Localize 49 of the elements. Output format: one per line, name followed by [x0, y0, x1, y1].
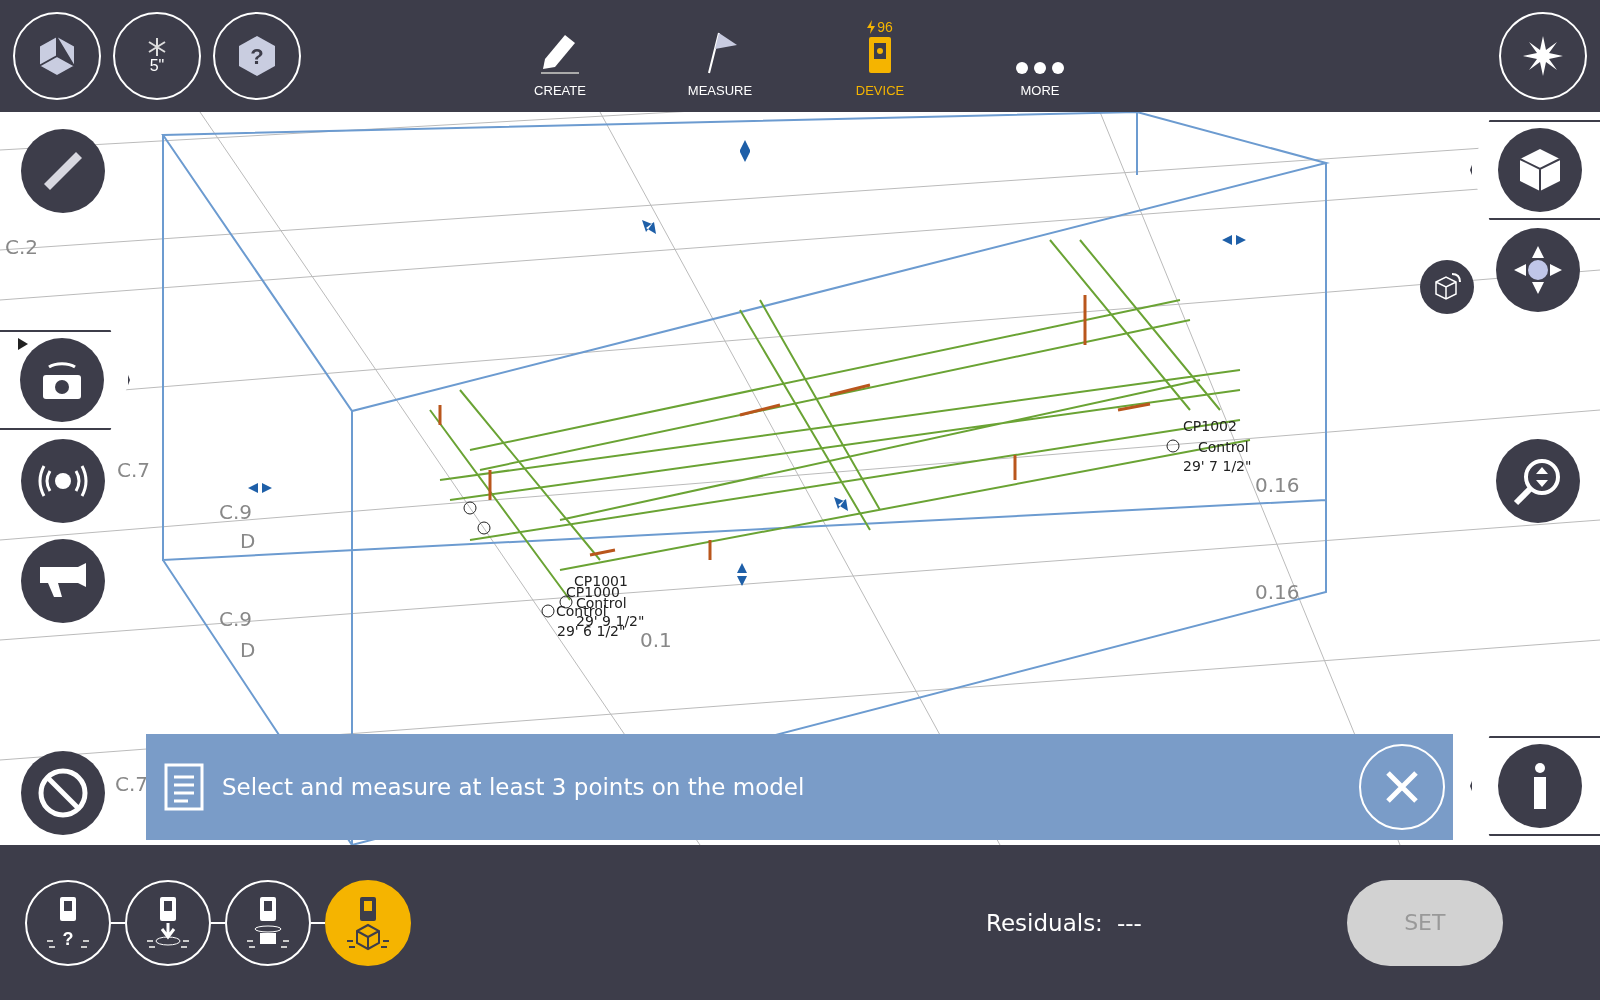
grid-label: C.9 — [219, 609, 253, 629]
workflow-step-button[interactable]: ? — [25, 879, 111, 966]
more-icon — [1015, 60, 1065, 75]
total-station-icon — [360, 896, 376, 921]
nav-tab[interactable]: 96 DEVICE — [830, 14, 930, 98]
ground-marks-icon — [246, 939, 290, 948]
nav-tab[interactable]: CREATE — [510, 14, 610, 98]
nav-tab[interactable]: MORE — [990, 14, 1090, 98]
snowflake-icon — [147, 37, 167, 57]
prohibited-icon — [36, 766, 90, 820]
grid-label: C.9 — [219, 502, 253, 522]
total-station-icon — [260, 896, 276, 921]
instruction-text: Select and measure at least 3 points on the model — [222, 774, 806, 800]
arrow-down-icon — [155, 921, 181, 945]
help-button[interactable]: ? — [213, 12, 301, 100]
grid-label: C.7 — [117, 460, 151, 480]
grid-label: C.7 — [115, 774, 149, 794]
total-station-icon — [60, 896, 76, 921]
lightning-icon — [867, 19, 876, 34]
reset-view-button[interactable] — [1420, 260, 1474, 314]
cube-rotate-icon — [1432, 272, 1462, 302]
grid-label: C.2 — [5, 237, 39, 257]
grid-label: D — [240, 531, 256, 551]
ground-marks-icon — [146, 939, 190, 948]
total-station-icon — [160, 896, 176, 921]
point-label: CP1000 — [566, 585, 620, 599]
nav-tab[interactable]: MEASURE — [670, 14, 770, 98]
cube-icon — [356, 923, 380, 950]
triangle-icon — [18, 338, 28, 350]
battery-level-label: 96 — [877, 18, 893, 35]
document-icon — [164, 763, 204, 811]
point-label: CP1001 — [574, 574, 628, 588]
orbit-icon — [1512, 244, 1564, 296]
cube-icon — [1518, 147, 1562, 193]
grid-label: 0.16 — [1255, 582, 1300, 602]
question-mark-label: ? — [250, 44, 264, 69]
grid-label: 0.16 — [1255, 475, 1300, 495]
grid-label: 0.1 — [640, 630, 672, 650]
question-mark-label: ? — [62, 928, 74, 949]
point-label: 29' 7 1/2" — [1183, 459, 1252, 473]
scale-button[interactable]: 5" — [113, 12, 201, 100]
starburst-icon — [1523, 36, 1563, 76]
close-button[interactable] — [1359, 744, 1445, 830]
residuals-label: Residuals: — [986, 909, 1103, 936]
close-icon — [1384, 769, 1420, 805]
ground-marks-icon — [346, 939, 390, 948]
grid-label: D — [240, 640, 256, 660]
camera-icon — [254, 925, 282, 944]
residuals-value: --- — [1116, 909, 1142, 936]
